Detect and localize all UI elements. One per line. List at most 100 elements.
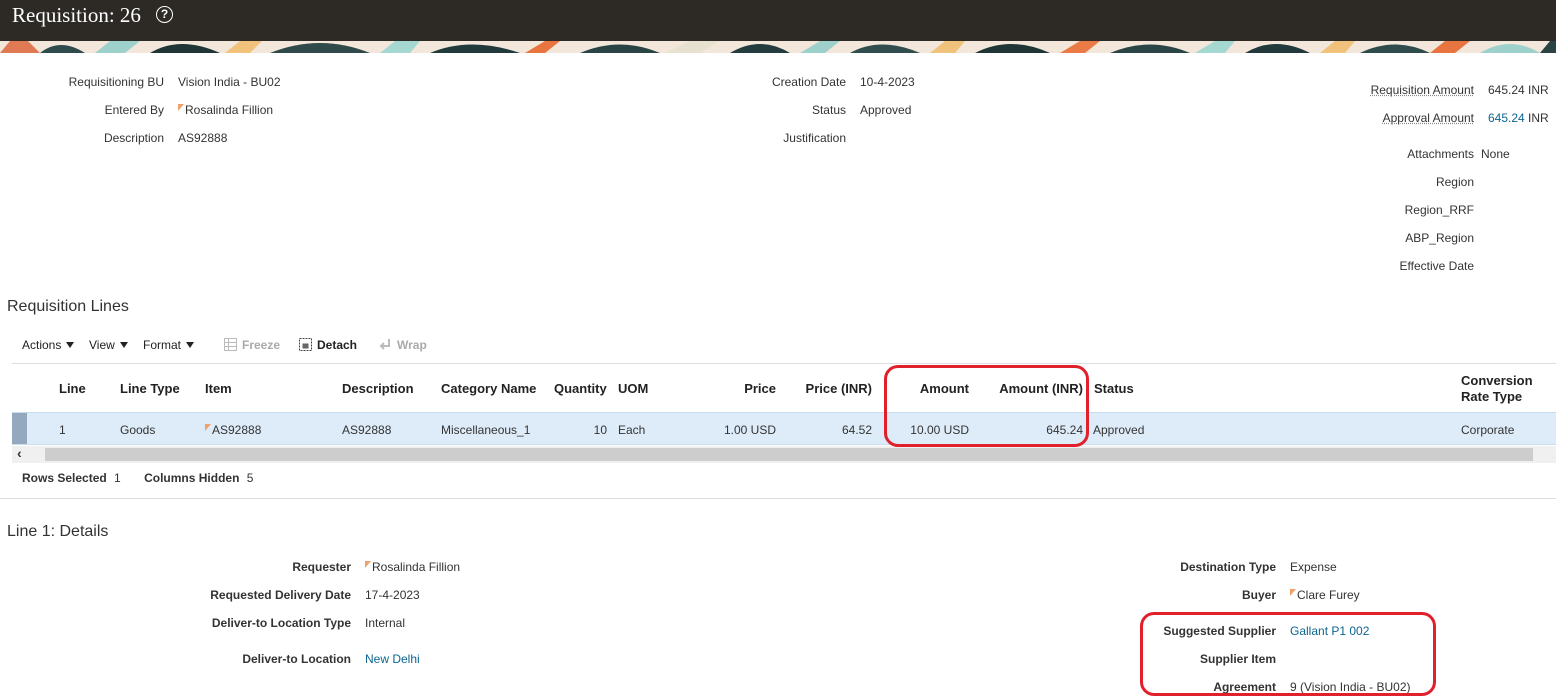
wrap-label: Wrap bbox=[397, 338, 427, 352]
col-price[interactable]: Price bbox=[744, 381, 776, 396]
justification-label: Justification bbox=[783, 131, 846, 145]
columns-hidden-label: Columns Hidden bbox=[144, 471, 240, 485]
col-conversion-rate-type-line1: Conversion bbox=[1461, 373, 1533, 388]
col-status[interactable]: Status bbox=[1094, 381, 1134, 396]
line-details-title: Line 1: Details bbox=[7, 523, 109, 540]
cell-conversion-rate-type: Corporate bbox=[1461, 423, 1515, 437]
col-line-type[interactable]: Line Type bbox=[120, 381, 180, 396]
requested-delivery-date-label: Requested Delivery Date bbox=[210, 588, 351, 602]
entered-by-name: Rosalinda Fillion bbox=[185, 103, 274, 117]
col-conversion-rate-type[interactable]: Conversion Rate Type bbox=[1461, 373, 1533, 405]
requester-label: Requester bbox=[292, 560, 351, 574]
flag-icon bbox=[365, 561, 371, 568]
destination-type-value: Expense bbox=[1290, 560, 1337, 574]
freeze-icon bbox=[224, 338, 237, 351]
section-divider bbox=[0, 498, 1556, 499]
requisition-amount-value: 645.24 INR bbox=[1488, 83, 1549, 97]
requisition-amount-label: Requisition Amount bbox=[1370, 83, 1474, 97]
cell-line-type: Goods bbox=[120, 423, 156, 437]
cell-status: Approved bbox=[1093, 423, 1145, 437]
view-menu[interactable]: View bbox=[89, 338, 128, 352]
flag-icon bbox=[1290, 589, 1296, 596]
flag-icon bbox=[178, 104, 184, 111]
scroll-left-icon[interactable]: ‹ bbox=[17, 445, 22, 461]
approval-amount-value: 645.24 INR bbox=[1488, 111, 1549, 125]
columns-hidden-value: 5 bbox=[246, 471, 254, 485]
cell-line: 1 bbox=[59, 423, 66, 437]
cell-price-currency: USD bbox=[750, 423, 776, 437]
col-description[interactable]: Description bbox=[342, 381, 414, 396]
cell-uom: Each bbox=[618, 423, 646, 437]
table-footer: Rows Selected 1 Columns Hidden 5 bbox=[22, 471, 257, 485]
horizontal-scrollbar[interactable]: ‹ bbox=[12, 445, 1556, 463]
help-icon[interactable]: ? bbox=[156, 6, 173, 23]
buyer-value: Clare Furey bbox=[1290, 588, 1360, 602]
detach-button[interactable]: Detach bbox=[299, 338, 357, 352]
cell-item-text: AS92888 bbox=[212, 423, 262, 437]
rows-selected-value: 1 bbox=[114, 471, 121, 485]
deliver-to-location-link[interactable]: New Delhi bbox=[365, 652, 420, 666]
freeze-button[interactable]: Freeze bbox=[224, 338, 280, 352]
detach-label: Detach bbox=[317, 338, 358, 352]
freeze-label: Freeze bbox=[242, 338, 281, 352]
cell-price-inr: 64.52 bbox=[841, 423, 872, 437]
cell-description: AS92888 bbox=[342, 423, 392, 437]
requisition-lines-table: Line Line Type Item Description Category… bbox=[12, 363, 1556, 463]
requested-delivery-date-value: 17-4-2023 bbox=[365, 588, 420, 602]
actions-menu[interactable]: Actions bbox=[22, 338, 75, 352]
creation-date-value: 10-4-2023 bbox=[860, 75, 915, 89]
region-rrf-label: Region_RRF bbox=[1404, 203, 1474, 217]
col-quantity[interactable]: Quantity bbox=[554, 381, 607, 396]
scrollbar-thumb[interactable] bbox=[45, 448, 1533, 461]
title-bar: Requisition: 26 ? bbox=[0, 0, 1556, 41]
description-label: Description bbox=[103, 131, 164, 145]
cell-price-number: 1.00 bbox=[723, 423, 748, 437]
description-value: AS92888 bbox=[178, 131, 228, 145]
requester-value: Rosalinda Fillion bbox=[365, 560, 460, 574]
col-item[interactable]: Item bbox=[205, 381, 232, 396]
requisition-lines-title: Requisition Lines bbox=[7, 298, 129, 315]
format-label: Format bbox=[143, 338, 182, 352]
abp-region-label: ABP_Region bbox=[1405, 231, 1474, 245]
requisition-amount-currency: INR bbox=[1528, 83, 1549, 97]
cell-category-name: Miscellaneous_1 bbox=[441, 423, 531, 437]
annotation-amount-highlight bbox=[884, 365, 1089, 447]
page-title: Requisition: 26 bbox=[12, 3, 141, 27]
creation-date-label: Creation Date bbox=[771, 75, 846, 89]
status-value: Approved bbox=[860, 103, 912, 117]
annotation-supplier-highlight bbox=[1140, 612, 1436, 696]
entered-by-label: Entered By bbox=[104, 103, 164, 117]
decorative-banner bbox=[0, 41, 1556, 53]
entered-by-value: Rosalinda Fillion bbox=[178, 103, 273, 117]
rows-selected-label: Rows Selected bbox=[22, 471, 107, 485]
destination-type-label: Destination Type bbox=[1180, 560, 1276, 574]
attachments-label: Attachments bbox=[1407, 147, 1474, 161]
approval-amount-label: Approval Amount bbox=[1382, 111, 1474, 125]
deliver-to-location-type-value: Internal bbox=[365, 616, 406, 630]
col-uom[interactable]: UOM bbox=[618, 381, 648, 396]
requester-name: Rosalinda Fillion bbox=[372, 560, 461, 574]
cell-item: AS92888 bbox=[205, 423, 261, 437]
region-label: Region bbox=[1435, 175, 1474, 189]
format-menu[interactable]: Format bbox=[143, 338, 195, 352]
col-conversion-rate-type-line2: Rate Type bbox=[1461, 389, 1523, 404]
row-selector[interactable] bbox=[12, 413, 27, 444]
col-price-inr[interactable]: Price (INR) bbox=[806, 381, 872, 396]
wrap-button[interactable]: Wrap bbox=[379, 338, 427, 352]
chevron-down-icon bbox=[119, 342, 128, 348]
detach-icon bbox=[299, 338, 312, 351]
col-category-name[interactable]: Category Name bbox=[441, 381, 536, 396]
buyer-label: Buyer bbox=[1241, 588, 1276, 602]
requisition-amount-number: 645.24 bbox=[1488, 83, 1525, 97]
requisitioning-bu-value: Vision India - BU02 bbox=[178, 75, 281, 89]
col-line[interactable]: Line bbox=[59, 381, 86, 396]
cell-price: 1.00 USD bbox=[724, 423, 776, 437]
view-label: View bbox=[89, 338, 115, 352]
wrap-icon bbox=[379, 339, 390, 350]
table-row[interactable]: 1 Goods AS92888 AS92888 Miscellaneous_1 … bbox=[12, 412, 1556, 445]
cell-quantity: 10 bbox=[593, 423, 607, 437]
actions-label: Actions bbox=[22, 338, 62, 352]
deliver-to-location-label: Deliver-to Location bbox=[242, 652, 351, 666]
approval-amount-currency: INR bbox=[1528, 111, 1549, 125]
approval-amount-link[interactable]: 645.24 bbox=[1488, 111, 1525, 125]
